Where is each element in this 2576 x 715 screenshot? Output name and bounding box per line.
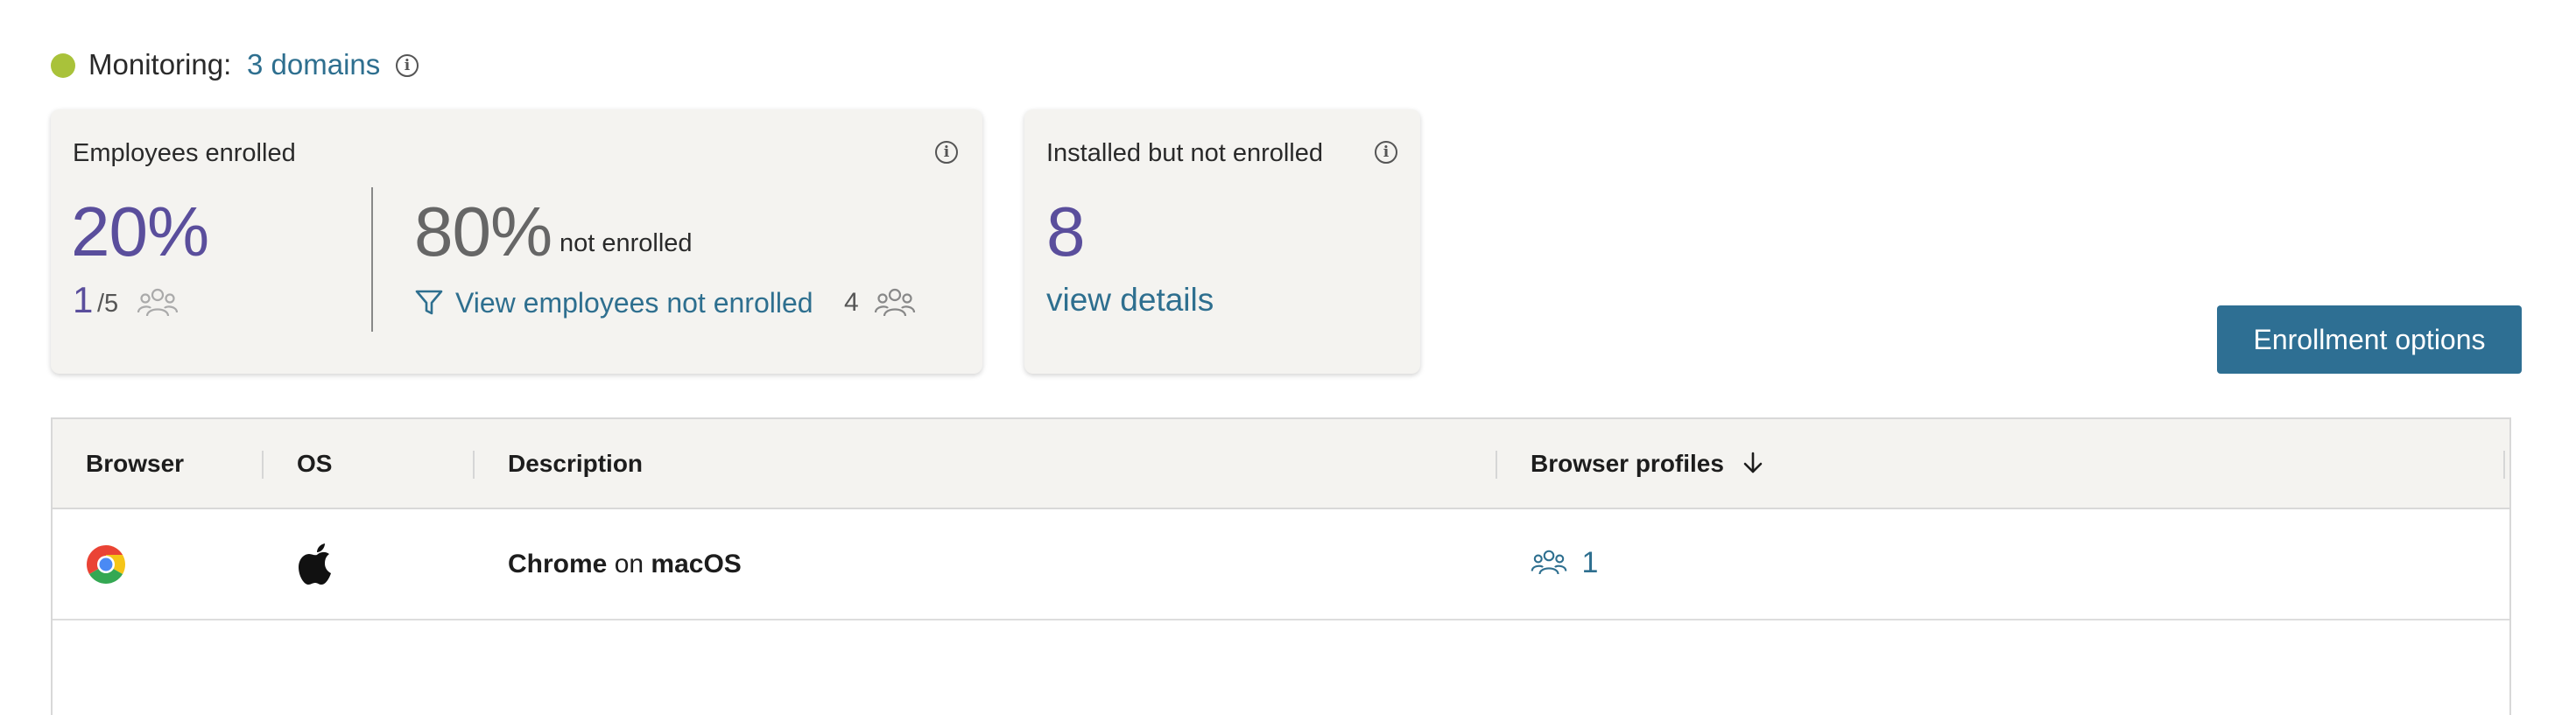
enrolled-count: 1 <box>73 279 94 320</box>
column-header-os[interactable]: OS <box>297 450 332 478</box>
browsers-table: Browser OS Description Browser profiles <box>51 417 2511 715</box>
not-enrolled-percent: 80% <box>414 193 553 270</box>
enrolled-divider <box>371 187 373 332</box>
os-name: macOS <box>651 550 742 578</box>
profiles-icon <box>1531 550 1567 575</box>
monitoring-info-icon[interactable]: i <box>396 54 419 77</box>
column-resize-handle[interactable] <box>1496 451 1497 479</box>
employees-icon <box>137 288 179 317</box>
column-header-browser-profiles-label: Browser profiles <box>1531 450 1724 477</box>
enrollment-options-button[interactable]: Enrollment options <box>2217 305 2522 374</box>
column-resize-handle[interactable] <box>473 451 475 479</box>
installed-count: 8 <box>1046 193 1085 270</box>
installed-not-enrolled-title: Installed but not enrolled <box>1046 139 1323 167</box>
table-header: Browser OS Description Browser profiles <box>53 419 2509 509</box>
chrome-icon <box>87 545 125 584</box>
not-enrolled-count: 4 <box>844 288 859 317</box>
monitoring-status-dot <box>51 53 75 78</box>
browser-profiles-link[interactable]: 1 <box>1531 546 1598 580</box>
view-employees-not-enrolled-link[interactable]: View employees not enrolled <box>455 285 813 320</box>
monitoring-domains-link[interactable]: 3 domains <box>247 47 380 82</box>
monitoring-label: Monitoring: <box>88 48 232 81</box>
enrolled-total: /5 <box>97 290 119 318</box>
view-details-link[interactable]: view details <box>1046 281 1214 319</box>
not-enrolled-suffix: not enrolled <box>560 229 693 257</box>
profiles-count: 1 <box>1581 546 1599 579</box>
description-cell: Chrome on macOS <box>508 550 742 579</box>
employees-enrolled-card: Employees enrolled i 20% 1 /5 80% not en… <box>51 109 982 374</box>
column-resize-handle[interactable] <box>262 451 264 479</box>
filter-icon[interactable] <box>414 288 444 318</box>
column-header-description[interactable]: Description <box>508 450 643 478</box>
employees-enrolled-title: Employees enrolled <box>73 139 296 167</box>
column-header-browser-profiles[interactable]: Browser profiles <box>1531 450 1764 478</box>
column-header-browser[interactable]: Browser <box>86 450 184 478</box>
table-row[interactable]: Chrome on macOS 1 <box>53 509 2509 620</box>
employees-enrolled-info-icon[interactable]: i <box>935 141 958 164</box>
installed-not-enrolled-card: Installed but not enrolled i 8 view deta… <box>1024 109 1420 374</box>
enrolled-percent: 20% <box>71 193 209 270</box>
employees-not-enrolled-icon <box>874 288 916 317</box>
installed-info-icon[interactable]: i <box>1375 141 1397 164</box>
column-resize-handle[interactable] <box>2503 451 2505 479</box>
description-connector: on <box>614 550 644 578</box>
sort-descending-icon[interactable] <box>1742 451 1764 475</box>
apple-icon <box>299 543 331 585</box>
browser-name: Chrome <box>508 550 608 578</box>
